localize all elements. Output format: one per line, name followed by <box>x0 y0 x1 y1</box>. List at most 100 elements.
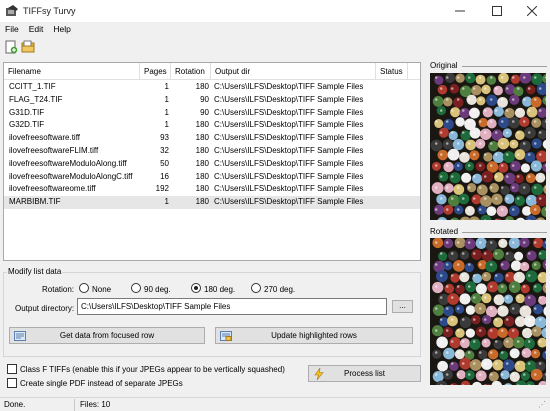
pages-cell: 1 <box>164 107 169 117</box>
pages-cell: 192 <box>155 184 169 194</box>
rotation-cell: 180 <box>195 184 209 194</box>
filename-cell: ilovefreesoftware.tiff <box>9 133 80 143</box>
pages-cell: 32 <box>160 146 169 155</box>
radio-90-label: 90 deg. <box>144 285 171 294</box>
status-cell <box>379 196 419 209</box>
output-dir-cell: C:\Users\ILFS\Desktop\TIFF Sample Files <box>214 171 364 181</box>
filename-cell: ilovefreesoftwareFLIM.tiff <box>9 146 99 155</box>
original-preview-image <box>430 73 546 220</box>
pages-cell: 1 <box>164 120 169 130</box>
get-data-label: Get data from focused row <box>59 331 155 340</box>
files-count: Files: 10 <box>80 400 111 409</box>
filename-cell: CCITT_1.TIF <box>9 82 56 91</box>
app-icon <box>6 5 18 16</box>
window-title: TIFFsy Turvy <box>23 6 76 16</box>
pages-cell: 1 <box>164 94 169 104</box>
rotation-cell: 90 <box>200 94 209 104</box>
radio-180-label: 180 deg. <box>204 285 236 294</box>
status-cell <box>379 158 419 171</box>
rotation-cell: 180 <box>195 133 209 143</box>
output-dir-cell: C:\Users\ILFS\Desktop\TIFF Sample Files <box>214 158 364 168</box>
table-row[interactable]: G31D.TIF 1 90 C:\Users\ILFS\Desktop\TIFF Sa… <box>4 107 420 120</box>
update-highlighted-label: Update highlighted rows <box>271 331 357 340</box>
class-f-checkbox[interactable] <box>7 364 17 374</box>
radio-270[interactable] <box>251 283 261 293</box>
close-button[interactable] <box>514 0 550 22</box>
class-f-label: Class F TIFFs (enable this if your JPEGs… <box>20 365 285 374</box>
table-row[interactable]: ilovefreesoftware.tiff 93 180 C:\Users\ILFS… <box>4 132 420 145</box>
pages-cell: 16 <box>160 171 169 181</box>
filename-cell: FLAG_T24.TIF <box>9 94 63 104</box>
rotation-label: Rotation: <box>42 285 75 294</box>
radio-90[interactable] <box>131 283 141 293</box>
table-row[interactable]: FLAG_T24.TIF 1 90 C:\Users\ILFS\Desktop\TIF… <box>4 94 420 107</box>
menu-edit[interactable]: Edit <box>24 22 49 37</box>
radio-none-label: None <box>92 285 112 294</box>
resize-grip-icon[interactable]: ⋰ <box>538 400 546 409</box>
update-rows-icon <box>220 331 232 341</box>
filename-cell: ilovefreesoftwareModuloAlongC.tiff <box>9 171 133 181</box>
process-list-label: Process list <box>344 369 385 378</box>
status-cell <box>379 119 419 132</box>
status-cell <box>379 132 419 145</box>
rotation-cell: 180 <box>195 82 209 91</box>
status-cell <box>379 94 419 107</box>
rotation-cell: 180 <box>195 197 209 207</box>
pages-cell: 1 <box>164 197 169 207</box>
menu-file[interactable]: File <box>0 22 24 37</box>
rotation-cell: 90 <box>200 107 209 117</box>
table-row[interactable]: ilovefreesoftwareFLIM.tiff 32 180 C:\Users\… <box>4 145 420 158</box>
output-dir-cell: C:\Users\ILFS\Desktop\TIFF Sample Files <box>214 120 364 130</box>
original-label: Original <box>430 61 458 70</box>
table-row[interactable]: ilovefreesoftwareModuloAlong.tiff 50 180 C:… <box>4 158 420 171</box>
table-row[interactable]: ilovefreesoftwareome.tiff 192 180 C:\Users\… <box>4 183 420 196</box>
output-dir-cell: C:\Users\ILFS\Desktop\TIFF Sample Files <box>214 197 364 207</box>
filename-cell: MARBIBM.TIF <box>9 197 61 207</box>
close-icon <box>527 6 537 16</box>
radio-none[interactable] <box>79 283 89 293</box>
rotation-cell: 180 <box>195 120 209 130</box>
status-cell <box>379 183 419 196</box>
filename-cell: ilovefreesoftwareModuloAlong.tiff <box>9 158 127 168</box>
status-cell <box>379 107 419 120</box>
maximize-button[interactable] <box>479 0 515 22</box>
minimize-button[interactable] <box>442 0 478 22</box>
output-directory-input[interactable] <box>77 298 387 315</box>
new-document-icon[interactable] <box>4 40 18 54</box>
column-output-dir[interactable]: Output dir <box>211 63 376 80</box>
column-rotation[interactable]: Rotation <box>171 63 211 80</box>
filename-cell: ilovefreesoftwareome.tiff <box>9 184 96 194</box>
menu-help[interactable]: Help <box>48 22 75 37</box>
column-filename[interactable]: Filename <box>4 63 140 80</box>
single-pdf-checkbox[interactable] <box>7 378 17 388</box>
browse-button[interactable]: ... <box>392 300 413 313</box>
rotation-cell: 180 <box>195 146 209 155</box>
column-status[interactable]: Status <box>376 63 408 80</box>
open-folder-icon[interactable] <box>21 40 35 54</box>
column-pages[interactable]: Pages <box>140 63 171 80</box>
radio-180[interactable] <box>191 283 201 293</box>
output-dir-cell: C:\Users\ILFS\Desktop\TIFF Sample Files <box>214 184 364 194</box>
process-list-button[interactable]: Process list <box>308 365 421 382</box>
file-list[interactable]: Filename Pages Rotation Output dir Statu… <box>3 62 421 261</box>
update-highlighted-button[interactable]: Update highlighted rows <box>215 327 413 344</box>
single-pdf-label: Create single PDF instead of separate JP… <box>20 379 183 388</box>
table-row[interactable]: ilovefreesoftwareModuloAlongC.tiff 16 180 C… <box>4 171 420 184</box>
rotated-separator <box>462 232 547 233</box>
status-cell <box>379 171 419 184</box>
minimize-icon <box>455 10 465 12</box>
status-divider <box>74 399 75 411</box>
table-row[interactable]: MARBIBM.TIF 1 180 C:\Users\ILFS\Desktop\TIF… <box>4 196 420 209</box>
table-row[interactable]: G32D.TIF 1 180 C:\Users\ILFS\Desktop\TIFF S… <box>4 119 420 132</box>
get-data-button[interactable]: Get data from focused row <box>9 327 205 344</box>
status-text: Done. <box>4 400 26 409</box>
title-bar: TIFFsy Turvy <box>0 0 550 22</box>
original-separator <box>462 66 547 67</box>
output-dir-cell: C:\Users\ILFS\Desktop\TIFF Sample Files <box>214 94 364 104</box>
pages-cell: 93 <box>160 133 169 143</box>
menu-bar: File Edit Help <box>0 22 550 37</box>
table-row[interactable]: CCITT_1.TIF 1 180 C:\Users\ILFS\Desktop\TIF… <box>4 81 420 94</box>
output-dir-cell: C:\Users\ILFS\Desktop\TIFF Sample Files <box>214 82 364 91</box>
radio-270-label: 270 deg. <box>264 285 296 294</box>
output-dir-cell: C:\Users\ILFS\Desktop\TIFF Sample Files <box>214 133 364 143</box>
